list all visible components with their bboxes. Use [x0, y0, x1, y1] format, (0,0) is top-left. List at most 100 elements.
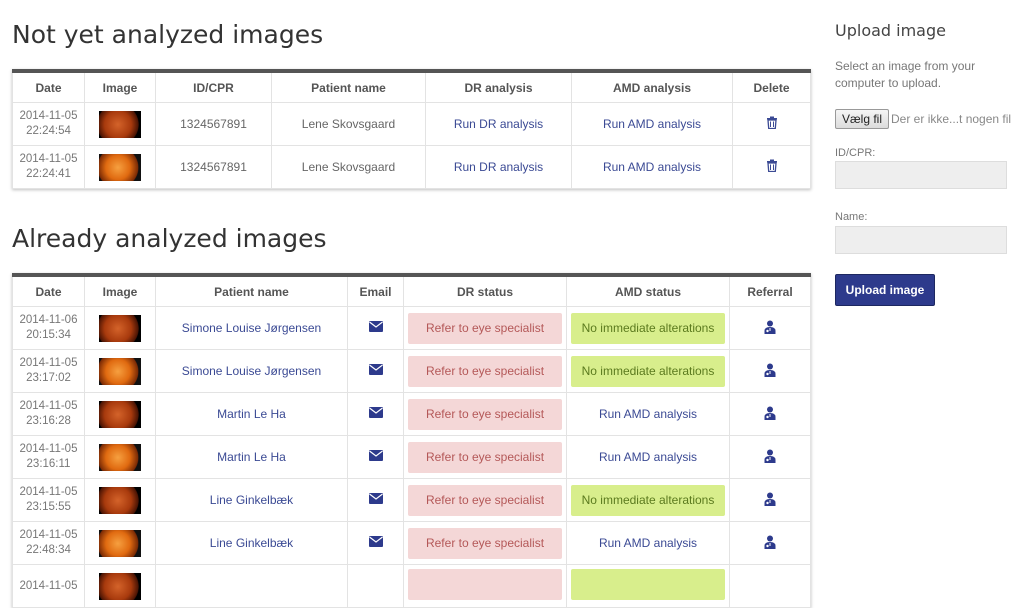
retina-thumbnail[interactable] [99, 443, 141, 471]
retina-thumbnail[interactable] [99, 314, 141, 342]
analyzed-section-title: Already analyzed images [12, 224, 327, 253]
retina-thumbnail[interactable] [99, 486, 141, 514]
dr-status-badge[interactable]: Refer to eye specialist [408, 484, 562, 516]
image-cell [84, 306, 156, 350]
date-value: 2014-11-05 [19, 579, 78, 592]
patient-name-cell [155, 564, 348, 608]
dr-status-badge[interactable]: Refer to eye specialist [408, 527, 562, 559]
date-cell: 2014-11-05 22:48:34 [12, 521, 85, 565]
image-cell [84, 435, 156, 479]
patient-name-link[interactable]: Simone Louise Jørgensen [182, 321, 321, 335]
pending-images-table: Date Image ID/CPR Patient name DR analysis AM… [12, 69, 811, 189]
retina-thumbnail[interactable] [99, 400, 141, 428]
cpr-cell: 1324567891 [155, 145, 272, 189]
referral-cell [729, 521, 811, 565]
column-header: Email [347, 275, 404, 307]
column-header: Image [84, 71, 156, 103]
dr-status-badge[interactable]: Refer to eye specialist [408, 312, 562, 344]
trash-icon[interactable] [766, 116, 778, 132]
run-dr-analysis-link[interactable]: Run DR analysis [454, 117, 543, 131]
patient-name-link[interactable]: Martin Le Ha [217, 450, 286, 464]
name-input[interactable] [835, 226, 1007, 254]
date-cell: 2014-11-05 23:16:28 [12, 392, 85, 436]
patient-name-link[interactable]: Line Ginkelbæk [210, 493, 293, 507]
choose-file-button[interactable]: Vælg fil [835, 109, 890, 129]
retina-thumbnail[interactable] [99, 153, 141, 181]
envelope-icon[interactable] [368, 450, 383, 464]
image-cell [84, 521, 156, 565]
date-cell: 2014-11-05 22:24:54 [12, 102, 85, 146]
time-value: 23:17:02 [26, 372, 71, 384]
amd-status-badge[interactable]: No immediate alterations [571, 355, 725, 387]
date-value: 2014-11-05 [19, 486, 78, 498]
table-row: 2014-11-05 23:17:02 Simone Louise Jørgense… [12, 349, 811, 393]
envelope-icon[interactable] [368, 364, 383, 378]
amd-status-cell: No immediate alterations [566, 478, 730, 522]
patient-name-link[interactable]: Line Ginkelbæk [210, 536, 293, 550]
run-amd-analysis-link[interactable]: Run AMD analysis [603, 160, 701, 174]
table-row: 2014-11-05 23:15:55 Line Ginkelbæk Refer to… [12, 478, 811, 522]
referral-cell [729, 478, 811, 522]
dr-status-cell: Refer to eye specialist [403, 392, 567, 436]
dr-status-badge[interactable]: Refer to eye specialist [408, 355, 562, 387]
column-header: AMD status [566, 275, 730, 307]
amd-status-badge[interactable]: No immediate alterations [571, 484, 725, 516]
dr-status-badge[interactable]: Refer to eye specialist [408, 441, 562, 473]
doctor-icon[interactable] [764, 320, 776, 337]
column-header: Image [84, 275, 156, 307]
dr-status-badge[interactable]: Refer to eye specialist [408, 398, 562, 430]
run-dr-analysis-link[interactable]: Run DR analysis [454, 160, 543, 174]
file-picker: Vælg fil Der er ikke...t nogen fil [835, 109, 1015, 129]
amd-status-badge[interactable] [571, 569, 725, 600]
date-cell: 2014-11-05 23:17:02 [12, 349, 85, 393]
amd-status-badge[interactable]: No immediate alterations [571, 312, 725, 344]
referral-cell [729, 392, 811, 436]
trash-icon[interactable] [766, 159, 778, 175]
column-header: Patient name [271, 71, 426, 103]
email-cell [347, 521, 404, 565]
time-value: 22:48:34 [26, 544, 71, 556]
doctor-icon[interactable] [764, 363, 776, 380]
envelope-icon[interactable] [368, 536, 383, 550]
dr-analysis-cell: Run DR analysis [425, 145, 572, 189]
retina-thumbnail[interactable] [99, 357, 141, 385]
doctor-icon[interactable] [764, 492, 776, 509]
time-value: 22:24:54 [26, 125, 71, 137]
envelope-icon[interactable] [368, 493, 383, 507]
image-cell [84, 349, 156, 393]
envelope-icon[interactable] [368, 407, 383, 421]
column-header: AMD analysis [571, 71, 733, 103]
retina-thumbnail[interactable] [99, 110, 141, 138]
date-cell: 2014-11-06 20:15:34 [12, 306, 85, 350]
run-amd-analysis-link[interactable]: Run AMD analysis [599, 536, 697, 550]
referral-cell [729, 435, 811, 479]
patient-name-link[interactable]: Simone Louise Jørgensen [182, 364, 321, 378]
run-amd-analysis-link[interactable]: Run AMD analysis [599, 407, 697, 421]
retina-thumbnail[interactable] [99, 572, 141, 600]
email-cell [347, 478, 404, 522]
email-cell [347, 349, 404, 393]
patient-name-cell: Simone Louise Jørgensen [155, 349, 348, 393]
date-value: 2014-11-05 [19, 529, 78, 541]
doctor-icon[interactable] [764, 449, 776, 466]
upload-description: Select an image from your computer to up… [835, 59, 976, 90]
run-amd-analysis-link[interactable]: Run AMD analysis [599, 450, 697, 464]
column-header: Delete [732, 71, 811, 103]
referral-cell [729, 349, 811, 393]
image-cell [84, 392, 156, 436]
amd-status-cell: No immediate alterations [566, 349, 730, 393]
column-header: Date [12, 275, 85, 307]
doctor-icon[interactable] [764, 406, 776, 423]
dr-status-badge[interactable] [408, 569, 562, 600]
retina-thumbnail[interactable] [99, 529, 141, 557]
patient-name-cell: Line Ginkelbæk [155, 478, 348, 522]
email-cell [347, 306, 404, 350]
run-amd-analysis-link[interactable]: Run AMD analysis [603, 117, 701, 131]
doctor-icon[interactable] [764, 535, 776, 552]
date-value: 2014-11-05 [19, 357, 78, 369]
patient-name-link[interactable]: Martin Le Ha [217, 407, 286, 421]
envelope-icon[interactable] [368, 321, 383, 335]
date-cell: 2014-11-05 22:24:41 [12, 145, 85, 189]
cpr-input[interactable] [835, 161, 1007, 189]
upload-image-button[interactable]: Upload image [835, 274, 935, 306]
